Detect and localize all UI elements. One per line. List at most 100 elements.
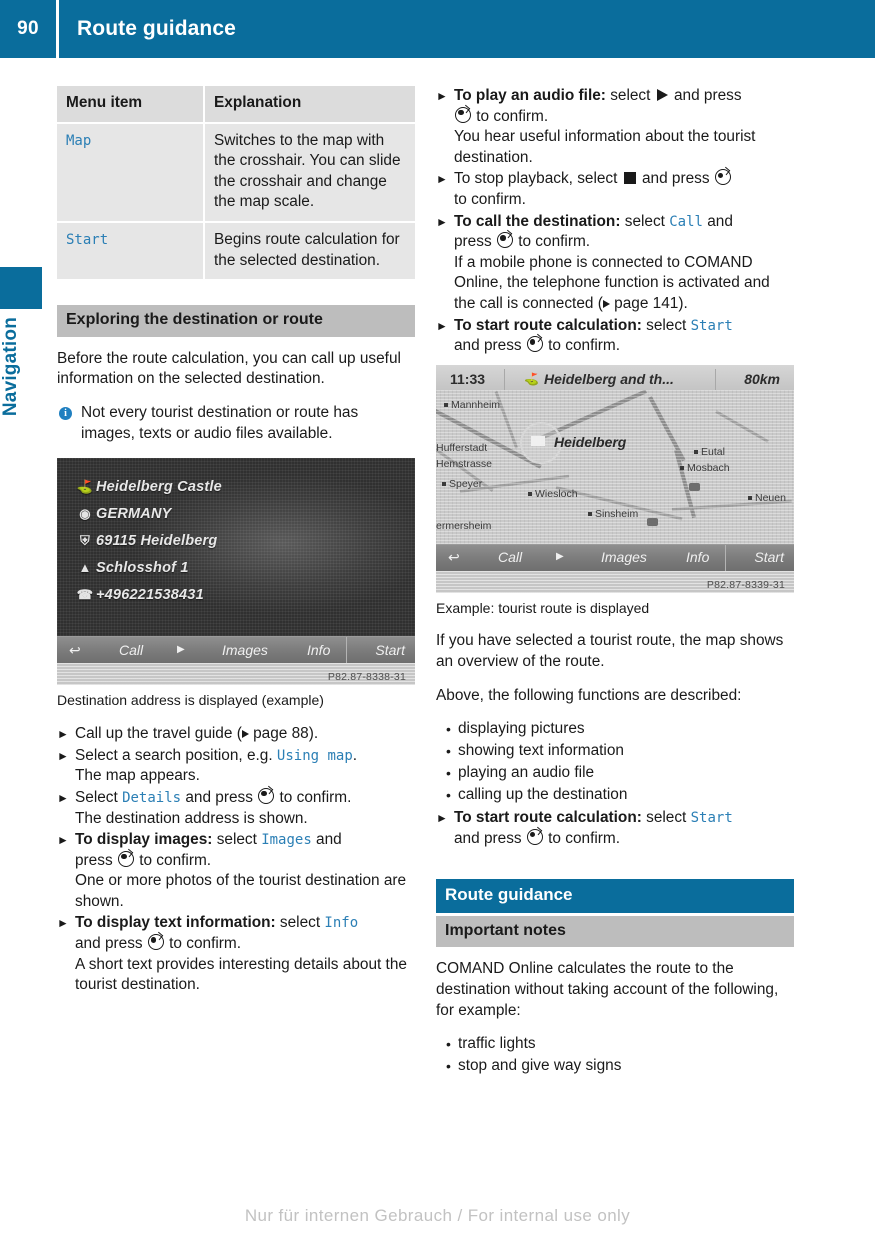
comand-status-bar: 11:33 ⛳ Heidelberg and th... 80km [436,364,794,394]
toolbar-call-button[interactable]: Call [498,547,522,568]
step-text-suffix: . [352,746,358,764]
back-icon[interactable]: ↩ [448,547,460,568]
toolbar-start-button[interactable]: Start [754,547,784,568]
address-row: ⛨ 69115 Heidelberg [74,528,222,555]
step-text-line2-b: to confirm. [164,935,241,953]
step-text: Select Details and press to confirm. The… [75,787,415,829]
toolbar-info-button[interactable]: Info [686,547,709,568]
toolbar-call-button[interactable]: Call [119,640,143,661]
step-text-prefix: select [212,831,262,849]
toolbar-images-button[interactable]: Images [222,640,268,661]
table-header-menu-item: Menu item [57,86,205,124]
list-item: • playing an audio file [446,763,794,784]
rotary-push-control-icon [496,232,513,249]
step-text-line2-a: and press [75,935,147,953]
paragraph-route-overview: If you have selected a tourist route, th… [436,632,784,670]
paragraph-important-notes: COMAND Online calculates the route to th… [436,960,779,1019]
step-text-line2-b: to confirm. [134,851,212,869]
play-icon[interactable]: ▶ [177,640,185,661]
step-item: ► To call the destination: select Call a… [436,212,794,315]
step-text-line2: and press to confirm. [75,934,415,955]
step-text: Select a search position, e.g. Using map… [75,746,415,787]
toolbar-info-button[interactable]: Info [307,640,330,661]
comand-screen-body: ⛳ Heidelberg Castle ◉ GERMANY ⛨ 69115 He… [57,458,415,637]
map-point-icon [444,402,448,407]
play-icon [656,89,668,101]
bullet-icon: • [446,743,451,760]
step-bullet-icon: ► [57,748,69,763]
back-icon[interactable]: ↩ [69,640,81,661]
table-header-explanation: Explanation [204,86,415,124]
command-label: Start [690,810,733,827]
step-item: ► To start route calculation: select Sta… [436,316,794,357]
step-text-mid: and press [181,788,258,806]
map-label: Hemstrasse [436,454,492,475]
step-item: ► To play an audio file: select and pres… [436,86,794,168]
step-text-prefix: Call up the travel guide ( [75,724,242,742]
step-text-mid: and [702,212,733,230]
map-label-text: Mosbach [687,461,730,474]
map-label-text: Hemstrasse [436,457,493,470]
step-subtext: The map appears. [75,767,200,785]
section-tab-marker [0,267,42,309]
list-item-label: showing text information [458,742,624,760]
section-heading-important-notes: Important notes [436,915,794,948]
status-route-name: Heidelberg and th... [544,370,674,387]
list-item: • displaying pictures [446,719,794,740]
footer-watermark: Nur für internen Gebrauch / For internal… [244,1206,631,1225]
play-icon[interactable]: ▶ [556,547,564,568]
list-item: • traffic lights [446,1034,794,1055]
route-marker-icon [647,517,658,526]
toolbar-images-button[interactable]: Images [601,547,647,568]
map-point-icon [588,511,592,516]
map-label: Mannheim [444,395,500,416]
map-label: Wiesloch [528,484,578,505]
left-column: Menu item Explanation Map Switches to th… [57,86,415,997]
rotary-push-control-icon [258,787,275,804]
figure-tourist-route-map: 11:33 ⛳ Heidelberg and th... 80km Heidel… [436,364,794,619]
figure-caption: Example: tourist route is displayed [436,599,650,616]
step-text-line2: and press to confirm. [454,336,794,357]
command-label: Info [324,915,359,932]
rotary-push-control-icon [526,828,543,845]
section-heading-exploring: Exploring the destination or route [57,305,415,337]
step-text-line2: press to confirm. [75,850,415,872]
street-icon: ▲ [78,560,92,576]
info-icon: i [59,406,72,420]
map-label-text: Wiesloch [535,487,578,500]
toolbar-divider [346,637,347,664]
step-item: ► To stop playback, select and press to … [436,169,794,210]
step-item: ► Select Details and press to confirm. T… [57,787,415,829]
info-note-text: Not every tourist destination or route h… [81,403,359,442]
step-text-line2: press to confirm. [454,232,794,253]
step-text: To call the destination: select Call and… [454,212,794,315]
map-canvas[interactable]: Heidelberg Mannheim Hufferstadt Hemstras… [436,389,794,544]
step-subtext-b: ). [678,294,688,312]
intro-paragraph: Before the route calculation, you can ca… [57,349,401,388]
section-heading-route-guidance: Route guidance [436,879,794,913]
address-row: ▲ Schlosshof 1 [74,555,222,582]
figure-code: P82.87-8338-31 [327,671,406,684]
step-text-line2-a: and press [454,337,526,355]
address-line-street: Schlosshof 1 [96,560,189,577]
table-cell-menu-item: Start [57,221,205,280]
step-subtext: You hear useful information about the to… [454,128,756,166]
step-bullet-icon: ► [436,89,448,103]
step-subtext: One or more photos of the tourist destin… [75,872,407,910]
step-text-suffix: to confirm. [275,788,352,806]
page-number: 90 [17,18,39,39]
figure-watermark-bar: P82.87-8338-31 [57,663,415,686]
route-guidance-section: Route guidance Important notes COMAND On… [436,879,794,1077]
toolbar-start-button[interactable]: Start [375,640,405,661]
figure-code: P82.87-8339-31 [706,578,785,591]
comand-toolbar[interactable]: ↩ Call ▶ Images Info Start [436,543,794,571]
comand-toolbar[interactable]: ↩ Call ▶ Images Info Start [57,636,415,664]
map-point-icon [528,491,532,496]
map-label: Neuen [748,488,786,509]
address-line-country: GERMANY [96,506,172,523]
map-label: Sinsheim [588,504,638,525]
step-item: ► To display images: select Images and p… [57,830,415,912]
map-point-icon [442,481,446,486]
figure-watermark-bar: P82.87-8339-31 [436,570,794,593]
bullet-icon: • [446,1036,451,1053]
